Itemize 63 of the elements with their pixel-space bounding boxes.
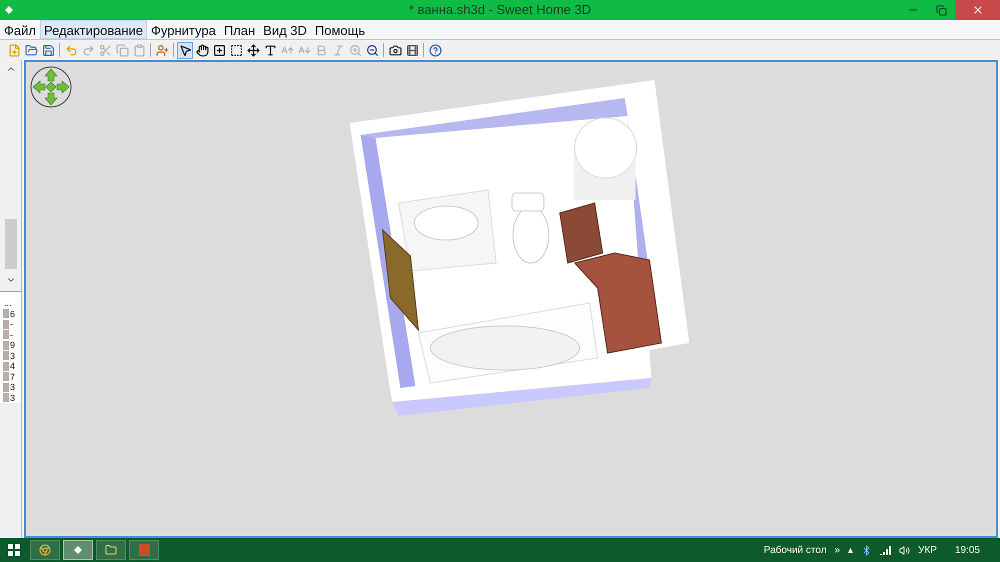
app-logo-icon (73, 545, 83, 555)
menu-item[interactable]: План (220, 20, 260, 39)
taskbar-app-button[interactable] (63, 540, 93, 560)
zoom-out-icon (366, 44, 378, 56)
redo-icon (82, 44, 94, 56)
furniture-list-cell[interactable]: - (10, 330, 13, 340)
copy-icon (116, 44, 128, 56)
save-icon (42, 44, 54, 56)
hand-button[interactable] (194, 42, 210, 58)
open-folder-icon (24, 44, 38, 56)
taskbar-app-button[interactable] (96, 540, 126, 560)
camera-icon (388, 44, 402, 56)
new-file-icon (8, 44, 20, 56)
furniture-list-cell[interactable]: 9 (10, 340, 16, 350)
language-indicator[interactable]: УКР (918, 542, 937, 558)
furniture-list-cell[interactable]: ... (4, 298, 12, 308)
furniture-list-cell[interactable]: 3 (10, 350, 16, 361)
menu-item[interactable]: Редактирование (40, 20, 147, 39)
furniture-list-cell[interactable]: 7 (10, 372, 16, 382)
close-button[interactable] (955, 0, 1000, 20)
zoom-in-icon (348, 44, 362, 56)
tray-arrow-glyph[interactable]: ▴ (848, 542, 854, 558)
dimension-button[interactable] (245, 42, 261, 58)
scrollbar-thumb[interactable] (4, 219, 16, 269)
clock[interactable]: 19:05 (954, 542, 980, 558)
paste-icon (132, 44, 146, 56)
folder-icon (105, 544, 117, 556)
furniture-list-cell[interactable]: 3 (10, 382, 16, 392)
undo-icon (64, 44, 78, 56)
menu-item[interactable]: Помощь (310, 20, 370, 39)
furniture-list-cell[interactable]: 6 (10, 308, 16, 319)
toolbar-expand-glyph[interactable]: » (834, 542, 840, 558)
signal-icon[interactable] (880, 546, 892, 554)
italic-icon (332, 44, 344, 56)
start-icon[interactable] (8, 544, 20, 556)
volume-icon[interactable] (899, 544, 910, 556)
add-text-icon (264, 44, 276, 56)
app-logo-icon (4, 5, 14, 15)
text-smaller-icon (298, 44, 310, 56)
video-icon (406, 44, 418, 56)
close-icon (972, 4, 984, 16)
restore-icon (936, 4, 946, 16)
menu-item[interactable]: Фурнитура (147, 20, 220, 39)
taskbar-app-button[interactable] (30, 540, 60, 560)
3d-view[interactable] (24, 60, 998, 538)
furniture-list-cell[interactable]: 4 (10, 361, 16, 372)
bold-icon (314, 44, 328, 56)
help-icon (428, 44, 442, 56)
furniture-list-cell[interactable]: 3 (10, 392, 16, 403)
browser-icon (39, 544, 51, 556)
cut-icon (98, 44, 112, 56)
text-bigger-icon (280, 44, 294, 56)
pointer-button[interactable] (177, 42, 193, 58)
pointer-icon (178, 44, 192, 56)
menu-item[interactable]: Вид 3D (259, 20, 311, 39)
help-button[interactable] (427, 42, 443, 58)
hand-icon (196, 44, 208, 56)
menu-item[interactable]: Файл (0, 20, 40, 39)
window-title: * ванна.sh3d - Sweet Home 3D (408, 1, 592, 20)
furniture-list-cell[interactable]: - (10, 319, 13, 330)
bluetooth-icon[interactable] (861, 544, 872, 556)
navigation-arrows-icon[interactable] (30, 66, 72, 108)
desktop-toolbar-label[interactable]: Рабочий стол (764, 542, 827, 558)
